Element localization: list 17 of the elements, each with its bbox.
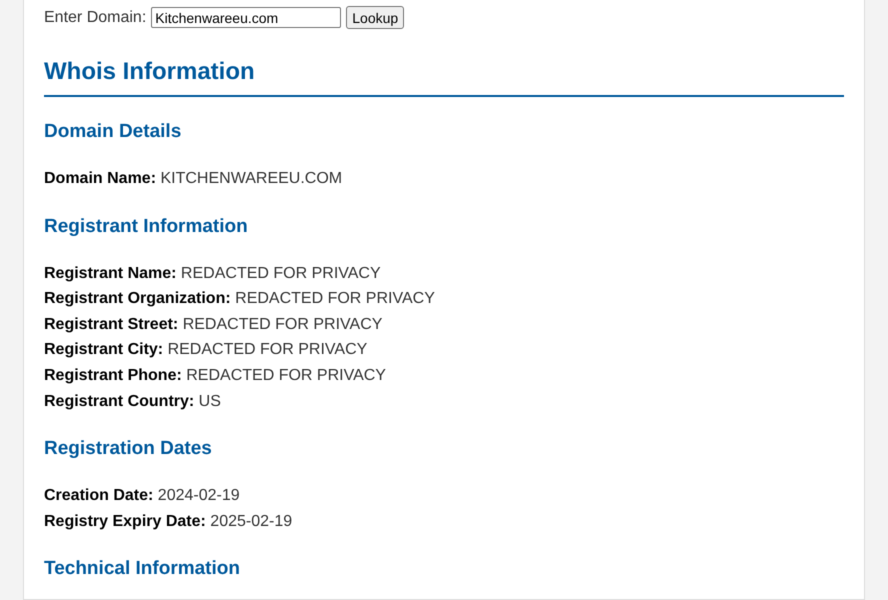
field-line: Registrant Name: REDACTED FOR PRIVACY xyxy=(44,264,382,284)
domain-field[interactable]: Kitchenwareeu.com xyxy=(151,7,342,28)
lookup-button[interactable]: Lookup xyxy=(346,6,404,29)
field-line: Domain Name: KITCHENWAREEU.COM xyxy=(44,169,344,189)
field-line: Registry Expiry Date: 2025-02-19 xyxy=(44,512,294,532)
field-line: Registrant Phone: REDACTED FOR PRIVACY xyxy=(44,366,387,386)
field-line: Creation Date: 2024-02-19 xyxy=(44,486,241,506)
field-line: Registrant City: REDACTED FOR PRIVACY xyxy=(44,340,368,360)
field-line: Registrant Organization: REDACTED FOR PRIVACY xyxy=(44,289,436,310)
field-line: Registrant Country: US xyxy=(44,392,222,412)
section-heading: Registrant Information xyxy=(44,214,249,239)
page-heading: Whois Information xyxy=(44,56,844,97)
domain-label: Enter Domain: xyxy=(44,8,146,26)
section-heading: Technical Information xyxy=(44,557,242,582)
section-heading: Domain Details xyxy=(44,120,182,144)
section-heading: Registration Dates xyxy=(44,437,213,462)
field-line: Registrant Street: REDACTED FOR PRIVACY xyxy=(44,314,384,335)
